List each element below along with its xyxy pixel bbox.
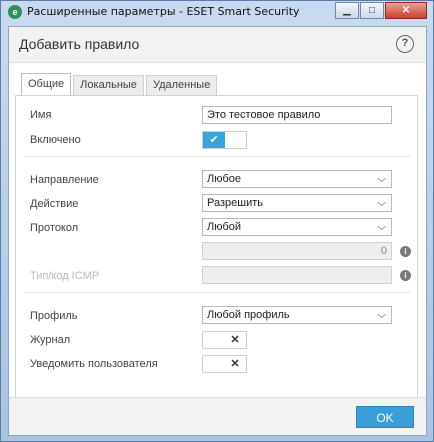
tab-general[interactable]: Общие: [21, 73, 72, 95]
close-window-button[interactable]: ✕: [385, 2, 427, 19]
notify-toggle[interactable]: ✕: [202, 355, 247, 373]
name-label: Имя: [30, 109, 52, 121]
icmp-input: [202, 266, 392, 284]
icmp-label: Тип/код ICMP: [30, 270, 100, 282]
maximize-button[interactable]: □: [360, 2, 384, 19]
name-input[interactable]: Это тестовое правило: [202, 106, 392, 124]
tab-bar: Общие Локальные Удаленные: [21, 73, 219, 95]
action-value: Разрешить: [207, 197, 263, 209]
chevron-down-icon: ⌵: [377, 309, 386, 321]
direction-value: Любое: [207, 173, 242, 185]
chevron-down-icon: ⌵: [377, 221, 386, 233]
dialog-footer: OK: [9, 397, 426, 435]
direction-select[interactable]: Любое ⌵: [202, 170, 392, 188]
chevron-down-icon: ⌵: [377, 197, 386, 209]
eset-app-icon: e: [8, 5, 22, 19]
notify-label: Уведомить пользователя: [30, 358, 158, 370]
check-icon: ✔: [203, 132, 225, 148]
tab-remote[interactable]: Удаленные: [145, 75, 218, 95]
ok-button[interactable]: OK: [356, 406, 414, 428]
direction-label: Направление: [30, 174, 99, 186]
info-icon[interactable]: i: [400, 270, 411, 281]
chevron-down-icon: ⌵: [377, 173, 386, 185]
protocol-select[interactable]: Любой ⌵: [202, 218, 392, 236]
tab-local[interactable]: Локальные: [73, 75, 144, 95]
enabled-toggle[interactable]: ✔: [202, 131, 247, 149]
protocol-label: Протокол: [30, 222, 79, 234]
window-title: Расширенные параметры - ESET Smart Secur…: [27, 5, 300, 18]
tab-panel-general: Имя Это тестовое правило Включено ✔ Напр…: [15, 95, 418, 413]
protocol-number-input: 0: [202, 242, 392, 260]
profile-label: Профиль: [30, 310, 78, 322]
title-bar[interactable]: e Расширенные параметры - ESET Smart Sec…: [1, 1, 433, 25]
profile-value: Любой профиль: [207, 309, 290, 321]
window-controls: ▁ □ ✕: [334, 2, 427, 19]
profile-select[interactable]: Любой профиль ⌵: [202, 306, 392, 324]
help-button[interactable]: ?: [396, 35, 414, 53]
info-icon[interactable]: i: [400, 246, 411, 257]
log-toggle[interactable]: ✕: [202, 331, 247, 349]
action-label: Действие: [30, 198, 79, 210]
app-window: e Расширенные параметры - ESET Smart Sec…: [0, 0, 434, 442]
divider: [24, 292, 411, 293]
close-icon: ✕: [230, 358, 240, 370]
dialog-client: Добавить правило ? Общие Локальные Удале…: [8, 26, 427, 436]
enabled-label: Включено: [30, 134, 81, 146]
protocol-value: Любой: [207, 221, 242, 233]
divider: [24, 156, 411, 157]
close-icon: ✕: [230, 334, 240, 346]
log-label: Журнал: [30, 334, 71, 346]
dialog-header: Добавить правило ?: [9, 27, 426, 63]
action-select[interactable]: Разрешить ⌵: [202, 194, 392, 212]
minimize-button[interactable]: ▁: [335, 2, 359, 19]
dialog-title: Добавить правило: [19, 36, 140, 52]
